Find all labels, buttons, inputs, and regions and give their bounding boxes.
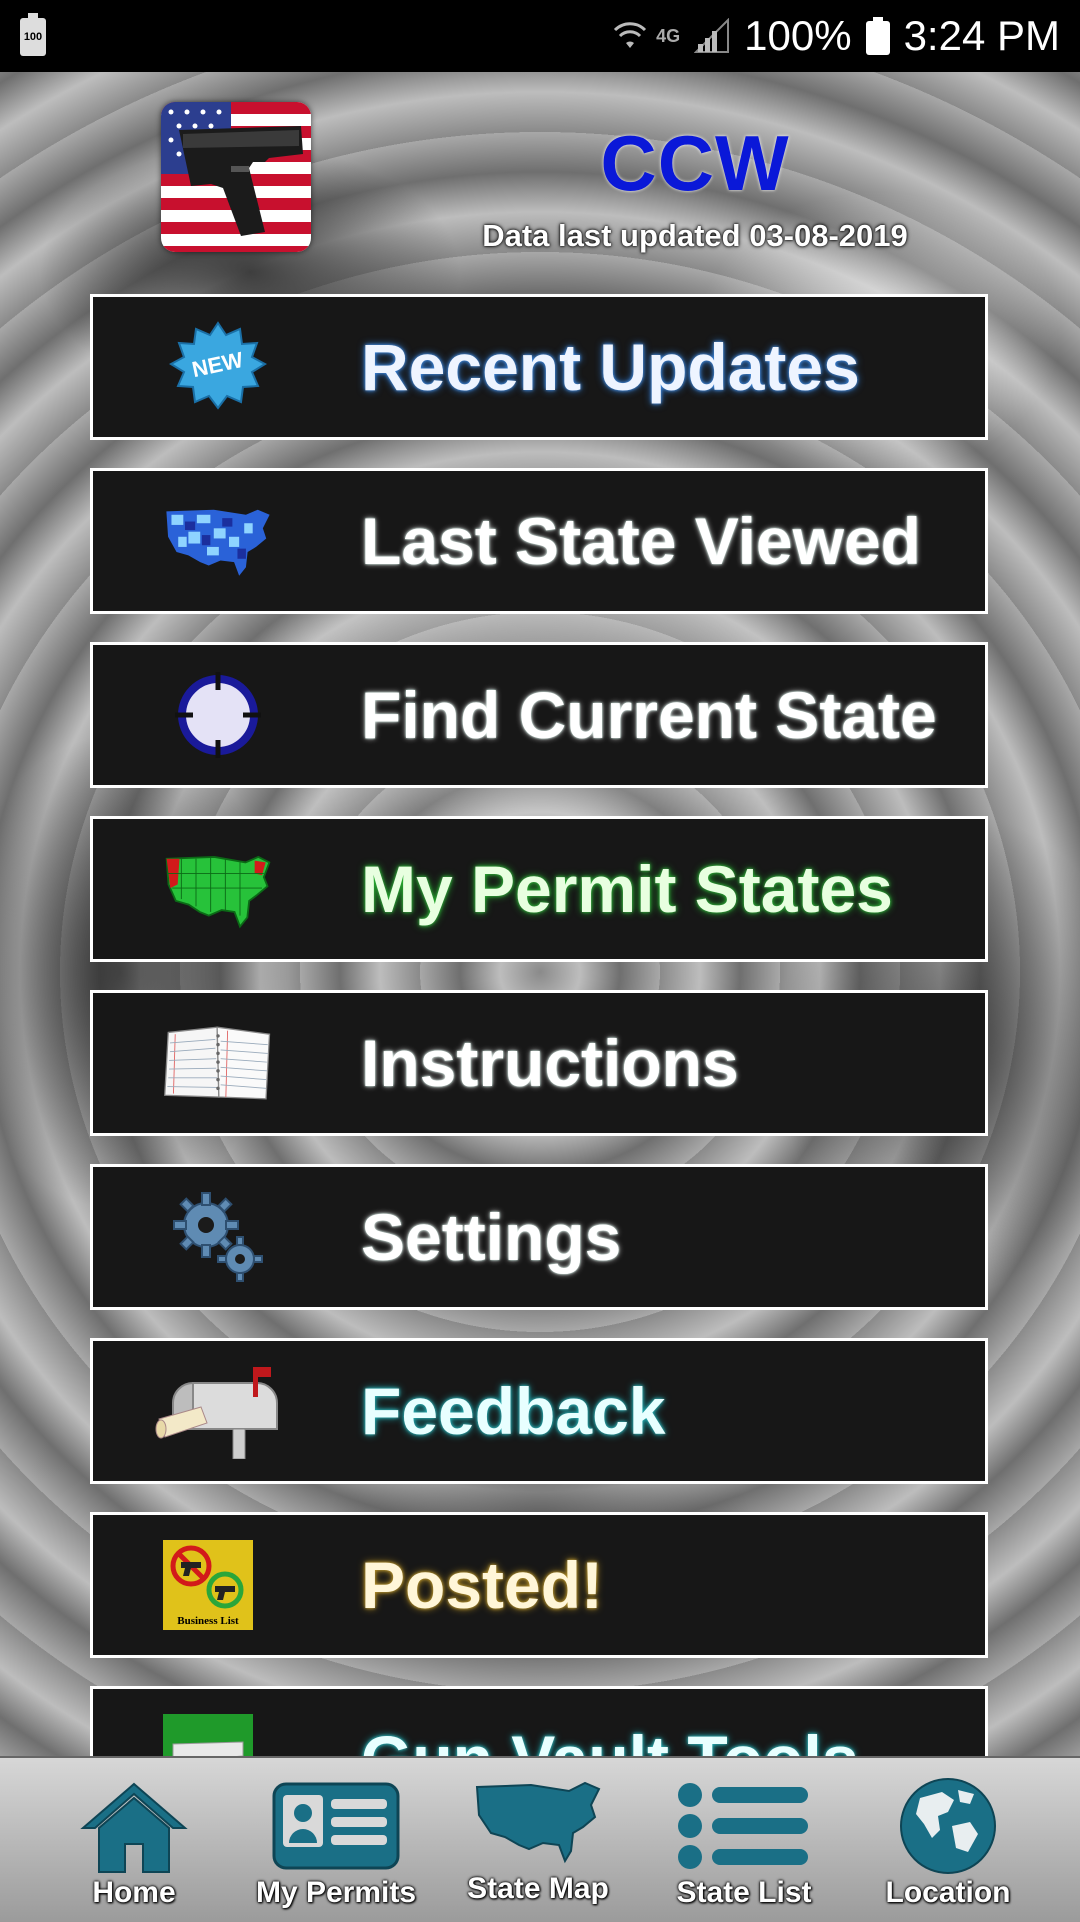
- new-badge-icon: NEW: [163, 315, 273, 419]
- nav-state-list[interactable]: State List: [636, 1758, 852, 1922]
- notebook-icon: [163, 1011, 273, 1115]
- menu-item-settings[interactable]: Settings: [90, 1164, 988, 1310]
- business-list-icon: Business List: [163, 1533, 253, 1637]
- menu-item-label: Gun Vault Tools: [361, 1689, 858, 1756]
- menu-item-label: Recent Updates: [361, 330, 860, 404]
- menu-item-gun-vault-tools[interactable]: Gun Vault Tools: [90, 1686, 988, 1756]
- menu-item-find-current-state[interactable]: Find Current State: [90, 642, 988, 788]
- battery-percent: 100%: [744, 12, 852, 59]
- menu-list: NEW Recent Updates Last State Viewed Fin…: [0, 72, 1080, 1756]
- nav-label: State List: [676, 1876, 812, 1909]
- menu-item-recent-updates[interactable]: NEW Recent Updates: [90, 294, 988, 440]
- wifi-icon: [614, 22, 647, 48]
- nav-my-permits[interactable]: My Permits: [228, 1758, 444, 1922]
- menu-item-label: Posted!: [361, 1548, 604, 1622]
- status-icons: 4G 100% 3:24 PM: [612, 10, 1060, 62]
- menu-item-instructions[interactable]: Instructions: [90, 990, 988, 1136]
- menu-item-my-permit-states[interactable]: My Permit States: [90, 816, 988, 962]
- bottom-nav: Home My Permits State Map State List Loc…: [0, 1756, 1080, 1922]
- id-card-icon: [271, 1776, 401, 1876]
- mailbox-icon: [153, 1359, 283, 1463]
- nav-label: My Permits: [255, 1876, 417, 1909]
- nav-state-map[interactable]: State Map: [430, 1758, 646, 1922]
- nav-label: Home: [92, 1876, 176, 1909]
- menu-item-label: Find Current State: [361, 678, 937, 752]
- gun-vault-icon: [163, 1707, 253, 1756]
- battery-icon: [865, 17, 890, 55]
- us-map-green-icon: [163, 837, 273, 941]
- globe-icon: [898, 1776, 998, 1876]
- home-icon: [79, 1776, 189, 1876]
- us-map-blue-icon: [163, 489, 273, 593]
- status-bar: 100 4G 100% 3:24 PM: [0, 0, 1080, 72]
- menu-item-label: Instructions: [361, 1026, 739, 1100]
- nav-location[interactable]: Location: [840, 1758, 1056, 1922]
- menu-item-label: Last State Viewed: [361, 504, 922, 578]
- menu-item-label: My Permit States: [361, 852, 893, 926]
- business-list-icon-text: Business List: [177, 1615, 239, 1627]
- nav-label: State Map: [467, 1872, 609, 1905]
- clock: 3:24 PM: [903, 12, 1060, 59]
- gears-icon: [163, 1185, 273, 1289]
- network-type: 4G: [656, 25, 681, 46]
- signal-icon: [694, 18, 730, 53]
- crosshair-icon: [163, 663, 273, 767]
- menu-item-label: Settings: [361, 1200, 622, 1274]
- us-map-icon: [473, 1772, 603, 1872]
- menu-item-last-state-viewed[interactable]: Last State Viewed: [90, 468, 988, 614]
- menu-item-feedback[interactable]: Feedback: [90, 1338, 988, 1484]
- list-icon: [676, 1776, 812, 1876]
- menu-item-label: Feedback: [361, 1374, 666, 1448]
- menu-item-posted[interactable]: Business List Posted!: [90, 1512, 988, 1658]
- nav-home[interactable]: Home: [26, 1758, 242, 1922]
- battery-saver-icon: 100: [20, 13, 46, 56]
- nav-label: Location: [885, 1876, 1011, 1909]
